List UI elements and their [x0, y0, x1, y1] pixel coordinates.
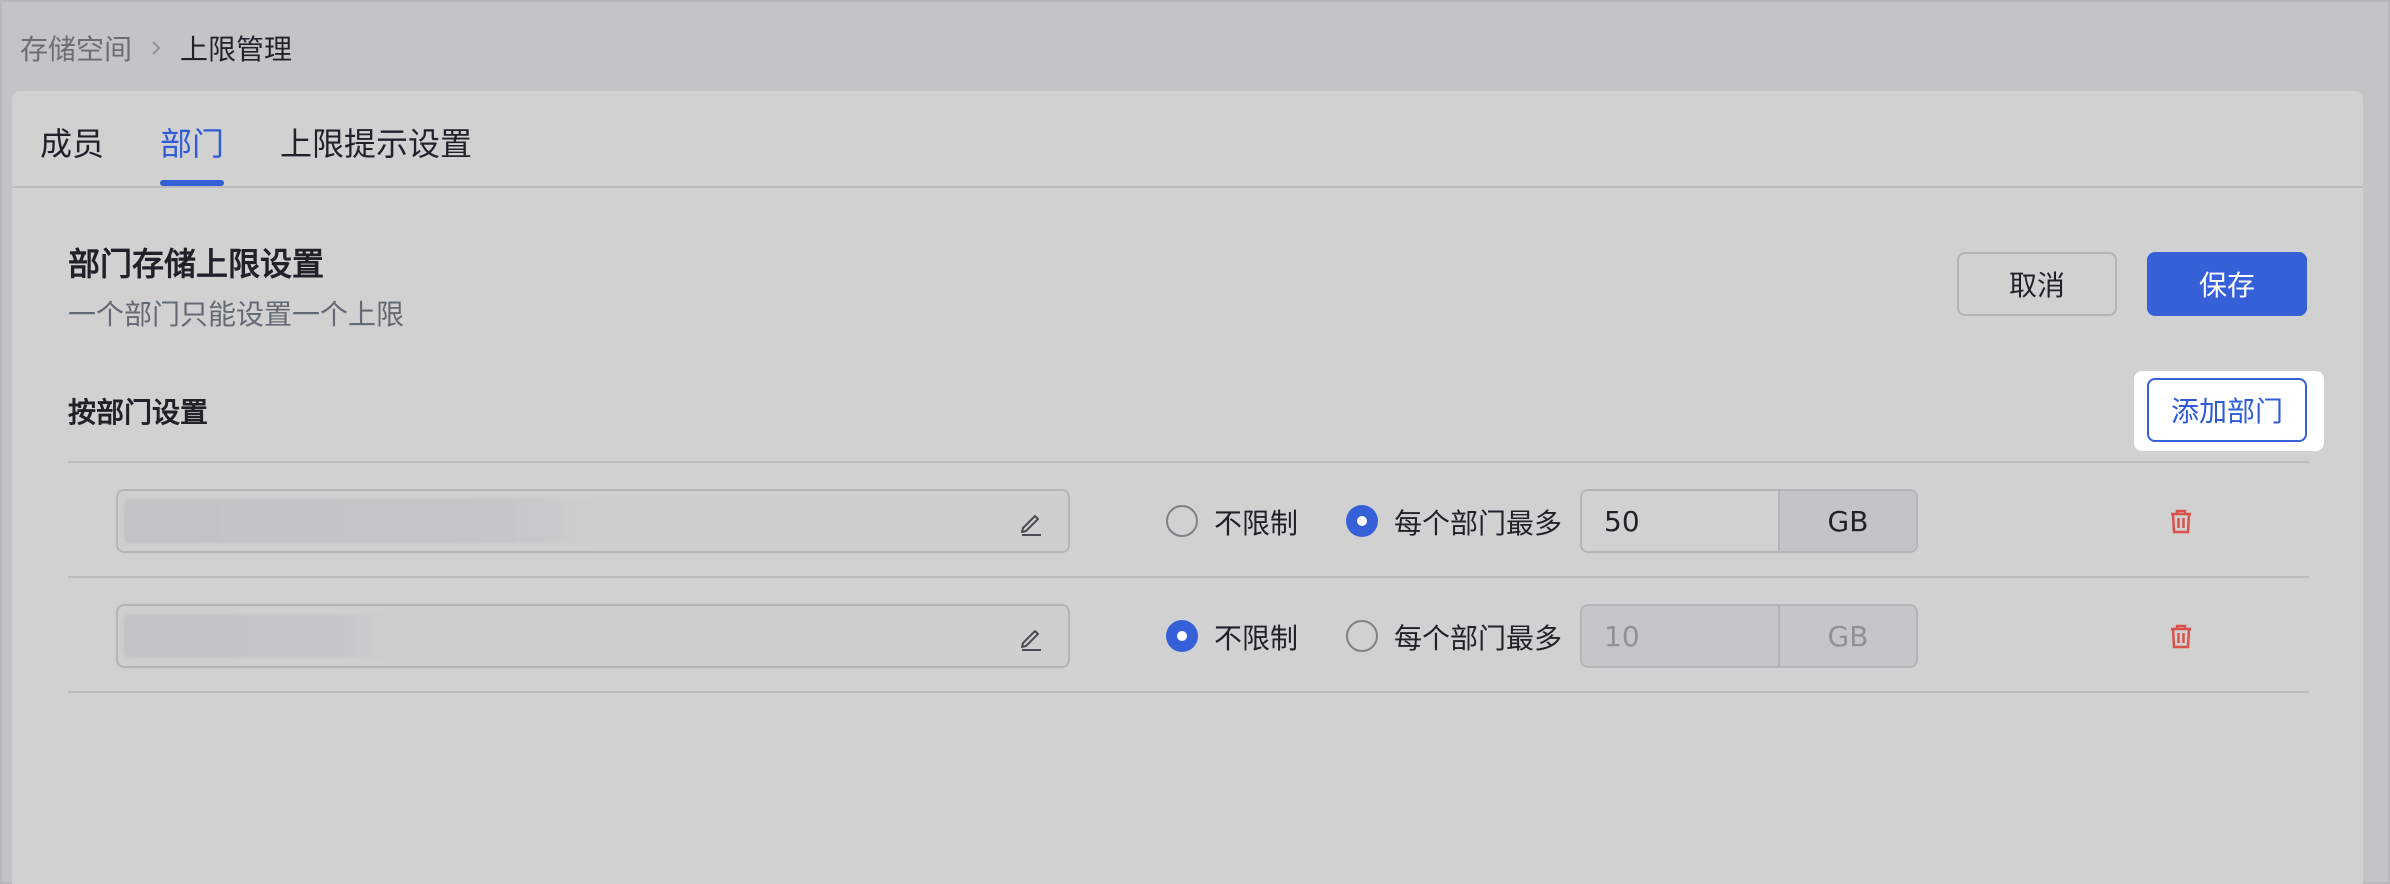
unlimited-radio[interactable] — [1166, 505, 1198, 537]
quota-input-group: GB — [1580, 604, 1918, 668]
main-panel: 成员 部门 上限提示设置 部门存储上限设置 一个部门只能设置一个上限 取消 保存… — [12, 91, 2363, 884]
max-per-department-label: 每个部门最多 — [1394, 507, 1563, 540]
unlimited-label: 不限制 — [1214, 622, 1299, 655]
quota-unit: GB — [1780, 606, 1916, 666]
quota-input — [1582, 606, 1780, 666]
breadcrumb-current: 上限管理 — [180, 33, 293, 66]
save-button[interactable]: 保存 — [2147, 252, 2307, 316]
max-per-department-label: 每个部门最多 — [1394, 622, 1563, 655]
tab-members[interactable]: 成员 — [40, 119, 104, 165]
department-name-redacted — [124, 614, 394, 658]
unlimited-label: 不限制 — [1214, 507, 1299, 540]
by-department-label: 按部门设置 — [68, 396, 209, 429]
cancel-button[interactable]: 取消 — [1957, 252, 2117, 316]
tab-bar: 成员 部门 上限提示设置 — [12, 91, 2363, 188]
pencil-icon[interactable] — [1016, 622, 1046, 652]
department-name-field[interactable] — [116, 489, 1070, 553]
department-name-field[interactable] — [116, 604, 1070, 668]
quota-unit: GB — [1780, 491, 1916, 551]
tab-limit-alert-settings[interactable]: 上限提示设置 — [280, 119, 472, 165]
tab-departments[interactable]: 部门 — [160, 119, 224, 165]
breadcrumb: 存储空间 上限管理 — [20, 28, 292, 68]
divider — [68, 576, 2309, 578]
chevron-right-icon — [146, 38, 166, 58]
quota-input-group: GB — [1580, 489, 1918, 553]
active-tab-indicator — [160, 180, 224, 186]
quota-input[interactable] — [1582, 491, 1780, 551]
breadcrumb-parent-link[interactable]: 存储空间 — [20, 28, 132, 68]
pencil-icon[interactable] — [1016, 507, 1046, 537]
divider — [68, 691, 2309, 693]
trash-icon[interactable] — [2166, 621, 2196, 651]
department-name-redacted — [124, 499, 604, 543]
add-department-button[interactable]: 添加部门 — [2147, 378, 2307, 442]
max-per-department-radio[interactable] — [1346, 505, 1378, 537]
divider — [68, 461, 2309, 463]
trash-icon[interactable] — [2166, 506, 2196, 536]
section-title: 部门存储上限设置 — [68, 245, 325, 283]
max-per-department-radio[interactable] — [1346, 620, 1378, 652]
section-subtitle: 一个部门只能设置一个上限 — [68, 298, 405, 331]
unlimited-radio[interactable] — [1166, 620, 1198, 652]
